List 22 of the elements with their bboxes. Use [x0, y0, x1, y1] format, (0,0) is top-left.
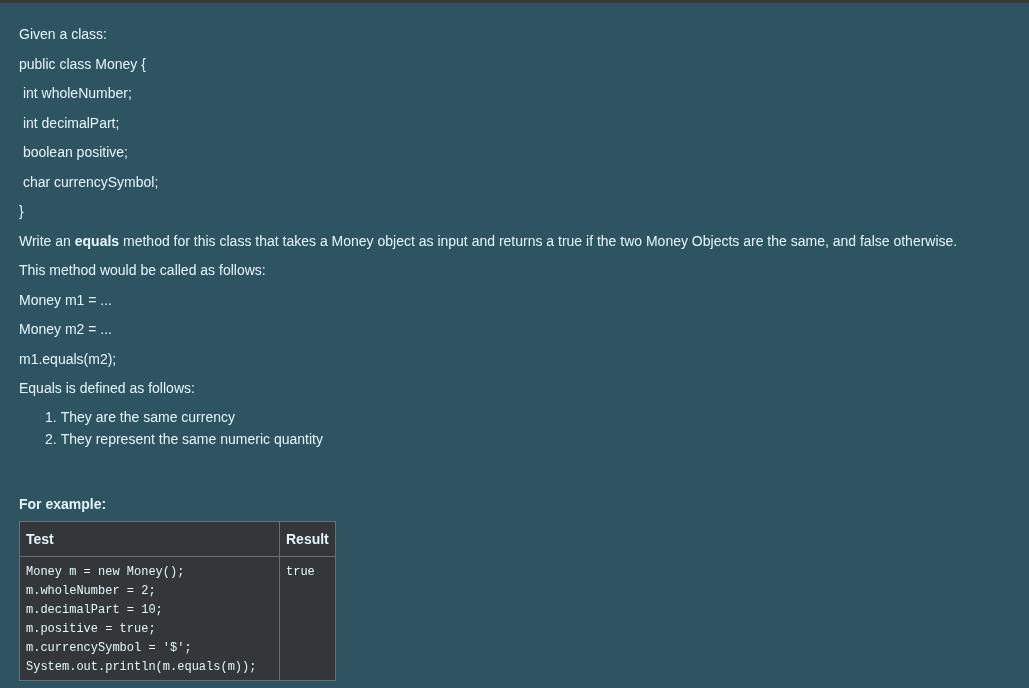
question-text: public class Money {	[19, 54, 147, 74]
table-cell: Money m = new Money(); m.wholeNumber = 2; m.decimalPart = 10; m.positive = true; m.currencySymbol = '$'; System.out.println(m.equals(m));	[19, 556, 280, 680]
column-header: Result	[279, 521, 336, 556]
question-text: int wholeNumber;	[21, 84, 133, 103]
question-text: Write an equals method for this class that takes a Money object as input and returns a true if the two Money Objects are the same, and false otherwise.	[19, 231, 959, 251]
question-text: Given a class:	[19, 25, 108, 44]
question-text: Money m2 = ...	[19, 320, 113, 339]
question-text: char currencySymbol;	[21, 172, 160, 192]
list-number: 2.	[45, 429, 57, 449]
question-text: }	[19, 202, 25, 221]
example-heading: For example:	[19, 495, 107, 512]
question-text: This method would be called as follows:	[19, 261, 267, 280]
question-text: Money m1 = ...	[19, 290, 113, 310]
list-item: They represent the same numeric quantity	[60, 429, 323, 449]
question-text: m1.equals(m2);	[19, 349, 118, 369]
column-header: Test	[19, 521, 280, 556]
table-cell: true	[279, 556, 336, 680]
question-text: int decimalPart;	[21, 113, 121, 133]
question-text: boolean positive;	[21, 143, 129, 162]
list-number: 1.	[45, 407, 57, 427]
question-text: Equals is defined as follows:	[19, 379, 196, 398]
list-item: They are the same currency	[60, 407, 235, 427]
